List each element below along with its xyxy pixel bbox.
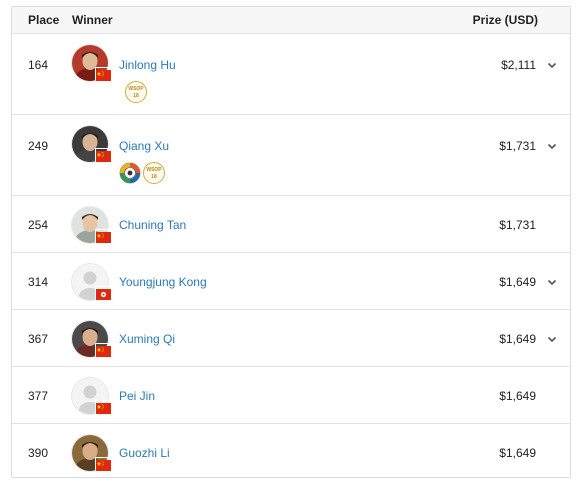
table-row[interactable]: 314 Youngjung Kong $1,649 [12, 253, 570, 310]
player-name-link[interactable]: Qiang Xu [119, 139, 169, 153]
chevron-down-icon[interactable] [546, 139, 558, 151]
avatar[interactable] [72, 45, 112, 81]
place-value: 254 [28, 218, 49, 232]
poker-chip-badge-icon[interactable] [119, 162, 141, 184]
avatar[interactable] [72, 378, 112, 414]
player-name-link[interactable]: Youngjung Kong [119, 275, 207, 289]
column-header-winner[interactable]: Winner [72, 13, 113, 27]
table-row[interactable]: 367 Xuming Qi $1,649 [12, 310, 570, 367]
results-table: Place Winner Prize (USD) 164 Jinlong Hu W… [11, 6, 571, 478]
place-value: 164 [28, 58, 49, 72]
china-flag-icon [95, 229, 112, 243]
wsop-badge-label: WSOP [146, 167, 162, 173]
china-flag-icon [95, 457, 112, 471]
avatar[interactable] [72, 435, 112, 471]
prize-value: $1,731 [499, 139, 536, 153]
avatar[interactable] [72, 264, 112, 300]
wsop-badge-icon[interactable]: WSOP 18 [143, 162, 165, 184]
hong-kong-flag-icon [95, 286, 112, 300]
china-flag-icon [95, 67, 112, 81]
avatar[interactable] [72, 126, 112, 162]
prize-value: $1,731 [499, 218, 536, 232]
player-name-link[interactable]: Guozhi Li [119, 446, 170, 460]
player-name-link[interactable]: Xuming Qi [119, 332, 175, 346]
table-body: 164 Jinlong Hu WSOP 18 $2,111 249 Qiang Xu W… [12, 34, 570, 481]
place-value: 249 [28, 139, 49, 153]
table-row[interactable]: 249 Qiang Xu WSOP 18 $1,731 [12, 115, 570, 196]
column-header-prize[interactable]: Prize (USD) [473, 13, 538, 27]
wsop-badge-label: WSOP [128, 86, 144, 92]
place-value: 377 [28, 389, 49, 403]
avatar[interactable] [72, 321, 112, 357]
table-row: 390 Guozhi Li $1,649 [12, 424, 570, 481]
column-header-place[interactable]: Place [28, 13, 59, 27]
avatar[interactable] [72, 207, 112, 243]
chevron-down-icon[interactable] [546, 275, 558, 287]
prize-value: $2,111 [501, 58, 536, 72]
chevron-down-icon[interactable] [546, 58, 558, 70]
table-row: 377 Pei Jin $1,649 [12, 367, 570, 424]
prize-value: $1,649 [499, 332, 536, 346]
wsop-badge-year: 18 [133, 93, 139, 99]
chevron-down-icon[interactable] [546, 332, 558, 344]
place-value: 314 [28, 275, 49, 289]
prize-value: $1,649 [499, 389, 536, 403]
table-row: 254 Chuning Tan $1,731 [12, 196, 570, 253]
table-row[interactable]: 164 Jinlong Hu WSOP 18 $2,111 [12, 34, 570, 115]
prize-value: $1,649 [499, 275, 536, 289]
player-name-link[interactable]: Pei Jin [119, 389, 155, 403]
china-flag-icon [95, 400, 112, 414]
wsop-badge-year: 18 [151, 174, 157, 180]
table-header: Place Winner Prize (USD) [12, 7, 570, 34]
place-value: 390 [28, 446, 49, 460]
china-flag-icon [95, 343, 112, 357]
china-flag-icon [95, 148, 112, 162]
prize-value: $1,649 [499, 446, 536, 460]
wsop-badge-icon[interactable]: WSOP 18 [125, 81, 147, 103]
player-name-link[interactable]: Chuning Tan [119, 218, 186, 232]
place-value: 367 [28, 332, 49, 346]
player-name-link[interactable]: Jinlong Hu [119, 58, 176, 72]
